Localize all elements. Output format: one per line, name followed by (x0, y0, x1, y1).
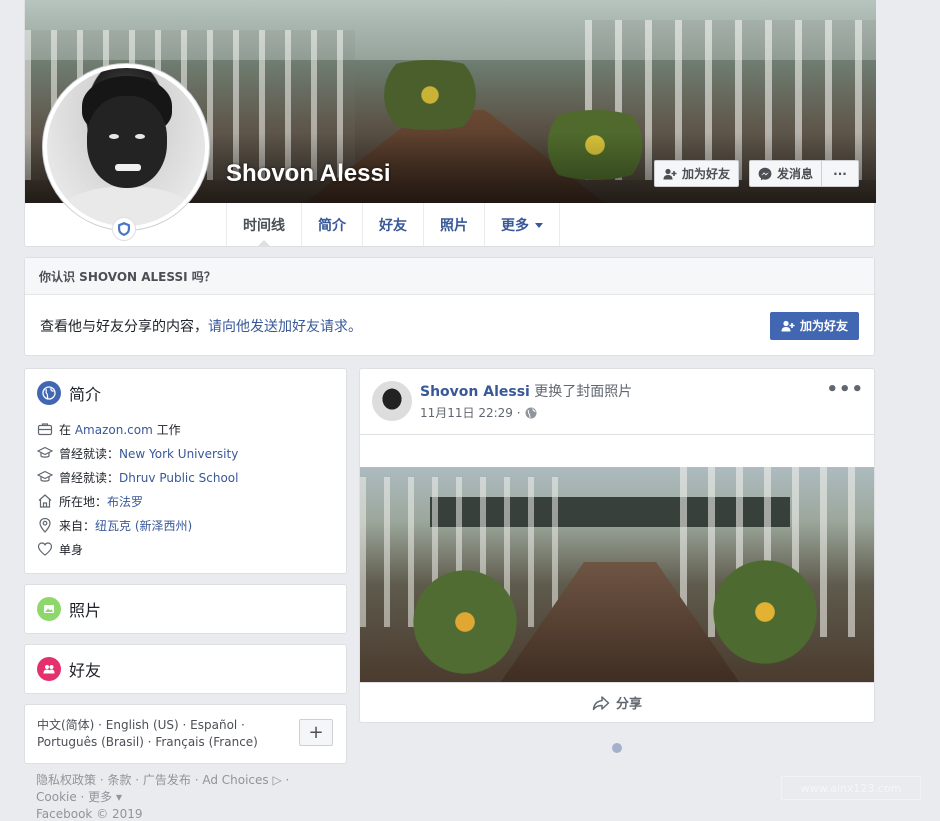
tab-timeline[interactable]: 时间线 (226, 203, 302, 246)
hometown-link[interactable]: 纽瓦克 (新泽西州) (95, 519, 192, 533)
add-friend-icon (781, 320, 795, 331)
languages-card: 中文(简体) · English (US) · Español · Portug… (24, 704, 347, 764)
loading-indicator (612, 743, 622, 753)
do-you-know-text: 查看他与好友分享的内容，请向他发送加好友请求。 (40, 318, 362, 335)
more-options-button[interactable]: ··· (822, 160, 859, 187)
message-button[interactable]: 发消息 (748, 160, 822, 187)
school-link[interactable]: Dhruv Public School (119, 471, 238, 485)
friends-card[interactable]: 好友 (24, 644, 347, 694)
tab-photos[interactable]: 照片 (424, 203, 485, 246)
friends-title: 好友 (69, 661, 102, 680)
do-you-know-card: 你认识 SHOVON ALESSI 吗？ 查看他与好友分享的内容，请向他发送加好… (24, 257, 875, 356)
intro-current-city: 所在地：布法罗 (37, 489, 334, 513)
photos-title: 照片 (69, 601, 102, 620)
photos-card[interactable]: 照片 (24, 584, 347, 634)
friends-icon (37, 657, 61, 681)
timeline-post: Shovon Alessi 更换了封面照片 11月11日 22:29 · •••… (359, 368, 875, 723)
photo-icon (37, 597, 61, 621)
home-icon (38, 494, 52, 508)
post-author-link[interactable]: Shovon Alessi (420, 384, 530, 400)
share-button[interactable]: 分享 (360, 682, 874, 722)
do-you-know-header: 你认识 SHOVON ALESSI 吗？ (25, 258, 874, 295)
footer-copyright: Facebook © 2019 (36, 807, 143, 821)
share-icon (592, 695, 610, 710)
school-link[interactable]: New York University (119, 447, 238, 461)
add-friend-button-secondary[interactable]: 加为好友 (769, 311, 859, 340)
footer-links-more[interactable]: Cookie · 更多 ▾ (36, 789, 336, 806)
post-meta: 11月11日 22:29 · (420, 404, 632, 421)
intro-education: 曾经就读：New York University (37, 441, 334, 465)
profile-picture[interactable] (42, 63, 210, 231)
intro-relationship: 单身 (37, 537, 334, 561)
profile-header: Shovon Alessi 加为好友 发消息 ··· 时间线 简介 好友 照片 … (24, 0, 876, 247)
post-timestamp[interactable]: 11月11日 22:29 · (420, 404, 521, 421)
intro-card: 简介 在 Amazon.com 工作 曾经就读：New York Univers… (24, 368, 347, 574)
profile-tabs: 时间线 简介 好友 照片 更多 (226, 203, 560, 246)
add-friend-button[interactable]: 加为好友 (653, 160, 739, 187)
language-links-line1[interactable]: 中文(简体) · English (US) · Español · (37, 717, 334, 734)
intro-hometown: 来自：纽瓦克 (新泽西州) (37, 513, 334, 537)
tab-about[interactable]: 简介 (302, 203, 363, 246)
send-friend-request-link[interactable]: 请向他发送加好友请求。 (208, 319, 362, 335)
current-city-link[interactable]: 布法罗 (107, 495, 143, 509)
globe-icon (37, 381, 61, 405)
add-friend-label: 加为好友 (681, 167, 730, 181)
briefcase-icon (37, 423, 53, 436)
messenger-icon (758, 167, 772, 180)
watermark: www.ainx123.com (781, 776, 921, 800)
intro-work: 在 Amazon.com 工作 (37, 417, 334, 441)
education-icon (37, 446, 53, 458)
add-friend-icon (663, 168, 677, 179)
tab-friends[interactable]: 好友 (363, 203, 424, 246)
footer: 隐私权政策 · 条款 · 广告发布 · Ad Choices ▷ · Cooki… (36, 772, 336, 821)
footer-links[interactable]: 隐私权政策 · 条款 · 广告发布 · Ad Choices ▷ · (36, 772, 336, 789)
cover-actions: 加为好友 发消息 ··· (653, 160, 859, 187)
shield-icon (112, 217, 136, 241)
caret-down-icon (535, 222, 543, 232)
profile-name[interactable]: Shovon Alessi (226, 160, 390, 188)
tab-more[interactable]: 更多 (485, 203, 560, 246)
post-options-icon[interactable]: ••• (826, 379, 864, 400)
avatar[interactable] (372, 381, 412, 421)
cover-photo-post-image[interactable] (360, 434, 874, 683)
intro-education: 曾经就读：Dhruv Public School (37, 465, 334, 489)
heart-icon (37, 542, 53, 556)
education-icon (37, 470, 53, 482)
language-links-line2[interactable]: Português (Brasil) · Français (France) (37, 734, 334, 751)
add-language-button[interactable]: + (299, 719, 333, 746)
message-label: 发消息 (776, 167, 813, 181)
workplace-link[interactable]: Amazon.com (75, 423, 153, 437)
globe-icon[interactable] (525, 407, 537, 419)
post-author-line: Shovon Alessi 更换了封面照片 (420, 384, 633, 400)
intro-title: 简介 (69, 385, 102, 404)
location-pin-icon (39, 517, 51, 533)
